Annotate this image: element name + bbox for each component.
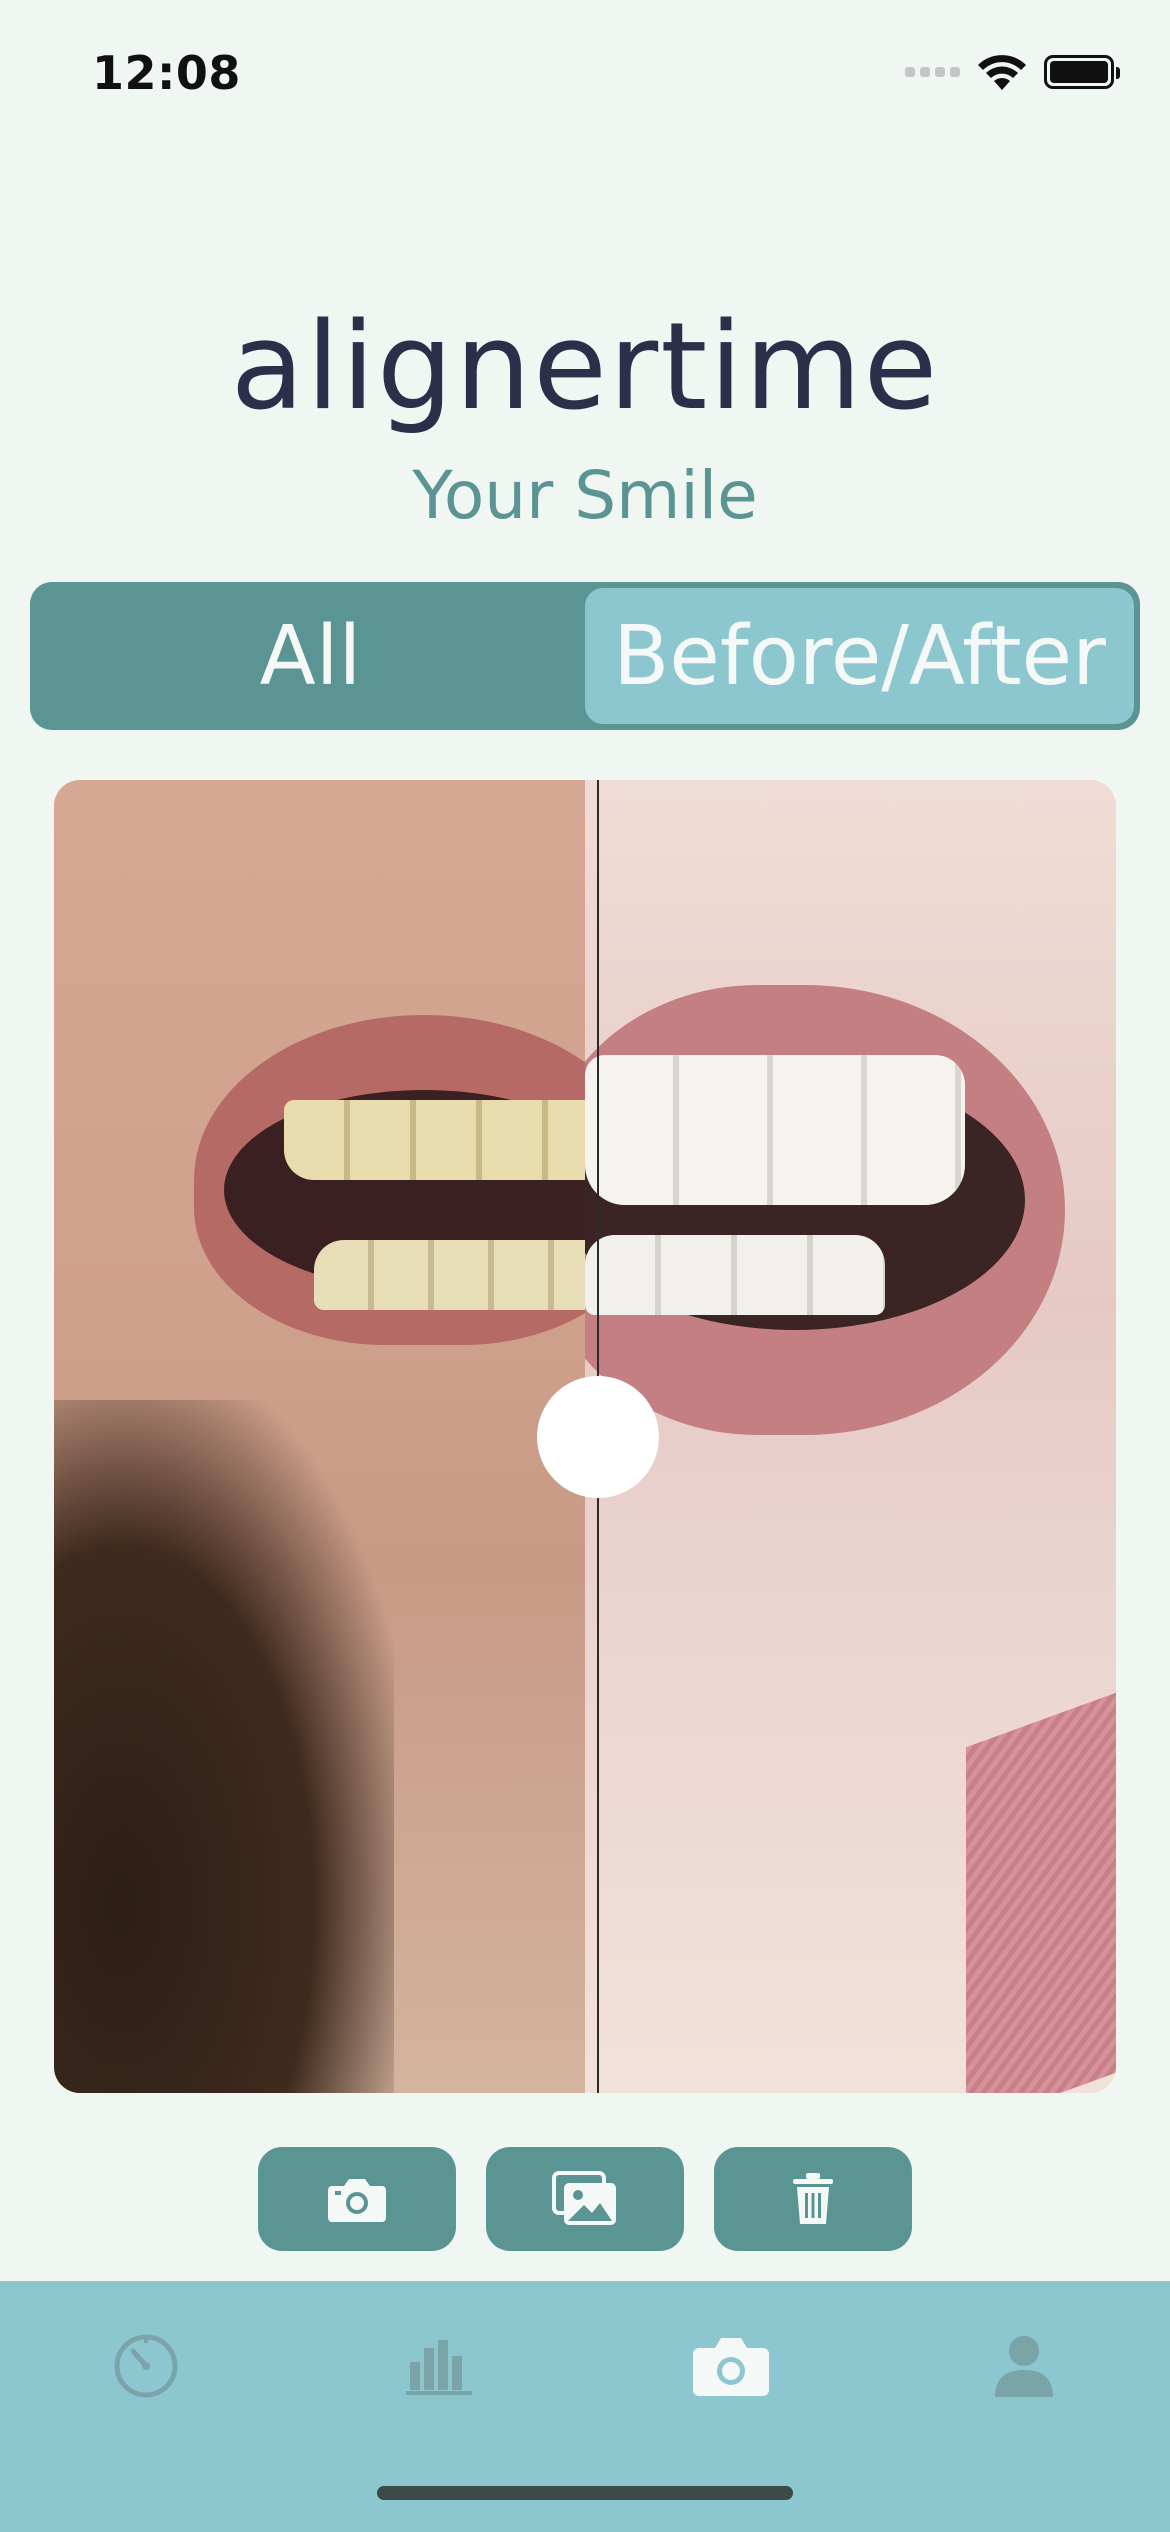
before-photo xyxy=(54,780,585,2093)
trash-icon xyxy=(793,2173,833,2224)
battery-icon xyxy=(1044,55,1120,89)
app-logo: alignertime xyxy=(230,298,940,437)
home-indicator[interactable] xyxy=(377,2486,793,2500)
chart-icon xyxy=(406,2340,472,2395)
camera-icon xyxy=(693,2338,769,2396)
after-photo xyxy=(585,780,1116,2093)
status-indicators xyxy=(905,52,1120,92)
cellular-signal-icon xyxy=(905,67,960,77)
photo-actions xyxy=(0,2147,1170,2251)
compare-slider-handle[interactable] xyxy=(537,1376,659,1498)
tab-stats[interactable] xyxy=(384,2311,494,2421)
segment-all[interactable]: All xyxy=(36,588,585,724)
timer-icon xyxy=(114,2334,178,2398)
tab-timer[interactable] xyxy=(91,2311,201,2421)
camera-icon xyxy=(328,2179,386,2222)
tab-photos[interactable] xyxy=(676,2311,786,2421)
profile-icon xyxy=(995,2336,1053,2397)
delete-photo-button[interactable] xyxy=(714,2147,912,2251)
page-subtitle: Your Smile xyxy=(412,457,758,534)
gallery-icon xyxy=(552,2171,616,2225)
segment-before-after[interactable]: Before/After xyxy=(585,588,1134,724)
wifi-icon xyxy=(978,55,1026,90)
view-segmented-control: All Before/After xyxy=(30,582,1140,730)
tab-profile[interactable] xyxy=(969,2311,1079,2421)
choose-from-gallery-button[interactable] xyxy=(486,2147,684,2251)
take-photo-button[interactable] xyxy=(258,2147,456,2251)
status-time: 12:08 xyxy=(92,46,241,100)
